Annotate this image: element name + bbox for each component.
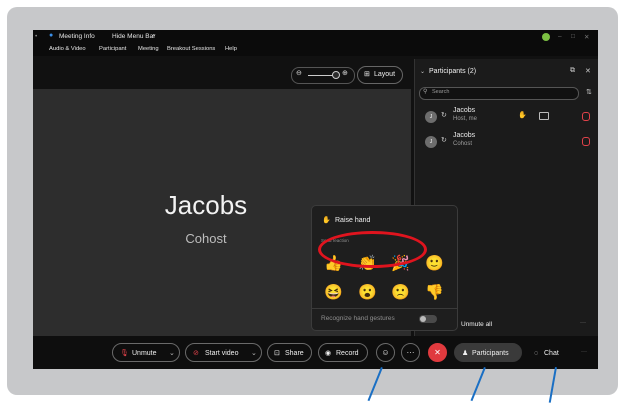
participant-row-role: Host, me xyxy=(453,116,478,122)
raise-hand-button[interactable]: ✋ Raise hand xyxy=(318,214,450,230)
zoom-out-icon[interactable]: ⊖ xyxy=(296,69,302,77)
participant-row-role: Cohost xyxy=(453,141,473,147)
unmute-all-button[interactable]: Unmute all xyxy=(461,321,492,328)
meeting-toolbar: 🎙 Unmute ⌄ ⊘ Start video ⌄ ⊡ Share ◉ Rec… xyxy=(33,336,598,369)
status-avatar[interactable] xyxy=(542,33,550,41)
grid-icon: ⊞ xyxy=(364,71,370,78)
collapse-chevron-icon[interactable]: ⌄ xyxy=(420,68,425,75)
video-off-icon: ⊘ xyxy=(193,350,199,357)
chat-button[interactable]: ◌ Chat xyxy=(529,343,567,362)
menu-audio-video[interactable]: Audio & Video xyxy=(49,46,86,52)
sync-icon: ↻ xyxy=(441,112,447,119)
laugh-reaction[interactable]: 😆 xyxy=(324,285,343,301)
sort-icon[interactable]: ⇅ xyxy=(586,88,592,96)
end-meeting-button[interactable]: ✕ xyxy=(428,343,447,362)
camera-icon xyxy=(539,112,549,120)
zoom-control[interactable]: ⊖ ⊕ xyxy=(291,67,355,84)
chat-icon: ◌ xyxy=(534,350,539,357)
participant-search-input[interactable]: ⚲ Search xyxy=(419,87,579,100)
info-icon[interactable]: ● xyxy=(49,32,53,39)
sad-reaction[interactable]: 🙁 xyxy=(391,285,410,301)
record-icon: ◉ xyxy=(325,350,332,357)
close-window-icon[interactable]: ✕ xyxy=(584,33,589,41)
chevron-up-icon[interactable]: ⌃ xyxy=(151,33,156,41)
muted-mic-icon[interactable] xyxy=(582,112,590,121)
zoom-in-icon[interactable]: ⊕ xyxy=(342,69,348,77)
participant-row[interactable]: J ↻ Jacobs Cohost xyxy=(415,131,598,153)
share-label: Share xyxy=(285,350,304,357)
record-label: Record xyxy=(336,350,359,357)
hand-icon: ✋ xyxy=(322,217,331,224)
muted-mic-icon: 🎙 xyxy=(120,350,129,357)
participant-role: Cohost xyxy=(185,231,227,246)
meeting-info-button[interactable]: Meeting Info xyxy=(59,33,95,40)
maximize-icon[interactable]: □ xyxy=(571,33,575,40)
participant-name: Jacobs xyxy=(164,190,248,220)
muted-mic-icon[interactable] xyxy=(582,137,590,146)
layout-label: Layout xyxy=(374,71,396,78)
surprised-reaction[interactable]: 😮 xyxy=(358,285,377,301)
person-icon: ♟ xyxy=(462,350,469,357)
layout-button[interactable]: ⊞ Layout xyxy=(357,66,403,84)
divider xyxy=(312,308,457,309)
smile-reaction[interactable]: 🙂 xyxy=(425,256,444,272)
thumbs-down-reaction[interactable]: 👎 xyxy=(425,285,444,301)
toolbar-more-icon[interactable]: ··· xyxy=(581,349,587,355)
menu-participant[interactable]: Participant xyxy=(99,46,126,52)
start-video-button[interactable]: ⊘ Start video ⌄ xyxy=(185,343,262,362)
participant-row-name: Jacobs xyxy=(453,107,476,114)
start-video-label: Start video xyxy=(205,350,239,357)
chevron-down-icon[interactable]: ⌄ xyxy=(169,344,175,363)
more-options-button[interactable]: ··· xyxy=(401,343,420,362)
reactions-button[interactable]: ☺ xyxy=(376,343,395,362)
chevron-down-icon[interactable]: ⌄ xyxy=(251,344,257,363)
participant-row-name: Jacobs xyxy=(453,132,476,139)
menu-breakout-sessions[interactable]: Breakout Sessions xyxy=(167,46,215,52)
participant-row[interactable]: J ↻ Jacobs Host, me ✋ xyxy=(415,106,598,128)
participants-label: Participants xyxy=(472,350,509,357)
menu-help[interactable]: Help xyxy=(225,46,237,52)
close-panel-icon[interactable]: ✕ xyxy=(585,67,591,75)
share-icon: ⊡ xyxy=(274,350,280,357)
search-icon: ⚲ xyxy=(423,89,428,95)
participants-title: Participants (2) xyxy=(429,68,477,75)
reactions-popup: ✋ Raise hand Send reaction 👍 👏 🎉 🙂 😆 😮 🙁… xyxy=(311,205,458,331)
chat-label: Chat xyxy=(544,350,559,357)
popout-icon[interactable]: ⧉ xyxy=(570,67,575,75)
sync-icon: ↻ xyxy=(441,137,447,144)
panel-more-icon[interactable]: ··· xyxy=(580,320,586,326)
raise-hand-icon: ✋ xyxy=(518,112,527,119)
zoom-slider-handle[interactable] xyxy=(332,71,340,79)
unmute-button[interactable]: 🎙 Unmute ⌄ xyxy=(112,343,180,362)
menu-meeting[interactable]: Meeting xyxy=(138,46,159,52)
raise-hand-label: Raise hand xyxy=(335,217,371,224)
search-placeholder: Search xyxy=(432,89,450,95)
menu-bar: • ● Meeting Info Hide Menu Bar ⌃ Audio &… xyxy=(33,30,598,56)
raise-hand-highlight xyxy=(318,231,427,268)
minimize-icon[interactable]: – xyxy=(558,33,562,40)
gestures-toggle[interactable] xyxy=(419,315,437,323)
record-button[interactable]: ◉ Record xyxy=(318,343,368,362)
avatar: J xyxy=(425,136,437,148)
share-button[interactable]: ⊡ Share xyxy=(267,343,312,362)
hide-menu-bar-button[interactable]: Hide Menu Bar xyxy=(112,33,155,40)
unmute-label: Unmute xyxy=(132,350,157,357)
overflow-mark: • xyxy=(35,33,38,40)
participants-button[interactable]: ♟ Participants xyxy=(454,343,522,362)
avatar: J xyxy=(425,111,437,123)
gestures-label: Recognize hand gestures xyxy=(321,315,395,322)
webex-meeting-window: • ● Meeting Info Hide Menu Bar ⌃ Audio &… xyxy=(33,30,598,369)
